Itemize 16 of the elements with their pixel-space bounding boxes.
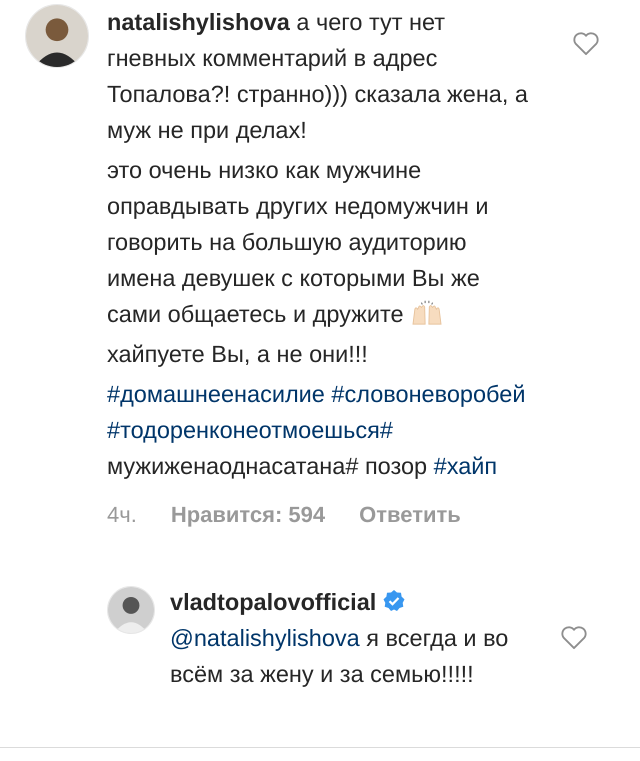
comment-text: natalishylishova а чего тут нет гневных комментарий в адрес Топалова?! странно))) сказала жена, а муж не при делах! [107, 8, 530, 145]
username-link[interactable]: vladtopalovofficial [170, 589, 376, 615]
raised-hands-icon [410, 298, 444, 326]
hashtag-link[interactable]: #домашнеенасилие [107, 381, 325, 407]
comment-text: хайпуете Вы, а не они!!! [107, 340, 369, 369]
mention-link[interactable]: @natalishylishova [170, 625, 360, 651]
avatar[interactable] [107, 586, 155, 634]
heart-icon[interactable] [572, 30, 600, 56]
comment-text: #домашнеенасилие #словоневоробей #тодоренконеотмоешься# мужиженаоднасатана# позор #хайп [107, 380, 526, 481]
comment-time: 4ч. [107, 502, 137, 528]
hashtag-link[interactable]: #тодоренконеотмоешься# [107, 417, 393, 443]
comment-text: vladtopalovofficial @natalishylishova я всегда и во всём за жену и за семью!!!!! [170, 588, 510, 689]
username-link[interactable]: natalishylishova [107, 9, 290, 35]
hashtag-link[interactable]: #словоневоробей [331, 381, 526, 407]
hashtag-link[interactable]: #хайп [434, 453, 498, 479]
heart-icon[interactable] [560, 624, 588, 650]
